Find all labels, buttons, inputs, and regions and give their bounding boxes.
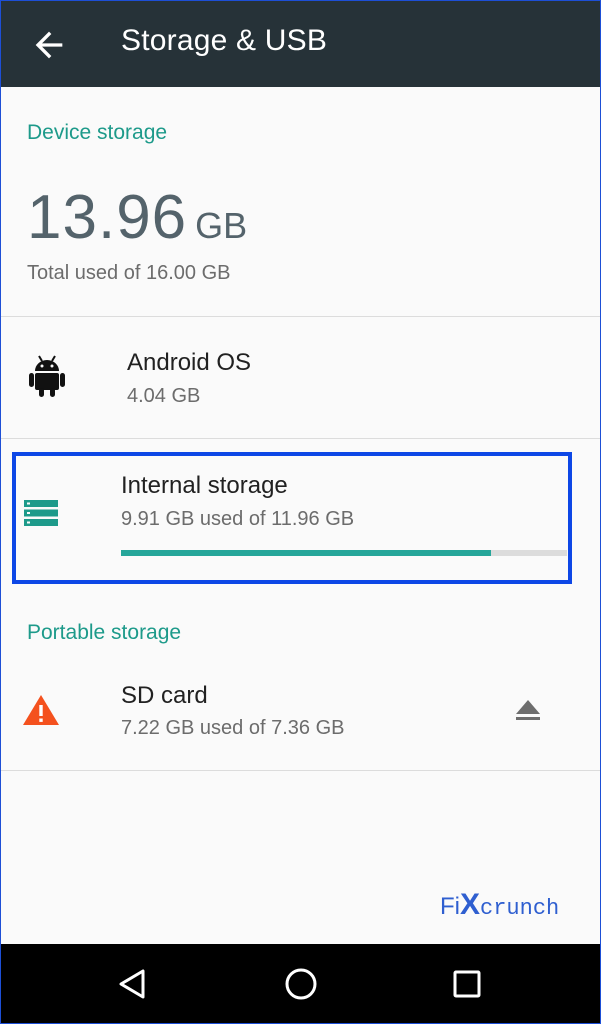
sd-card-usage: 7.22 GB used of 7.36 GB — [121, 717, 345, 739]
app-bar: Storage & USB — [1, 1, 600, 87]
back-nav-icon[interactable] — [115, 966, 151, 1002]
divider — [1, 770, 600, 771]
navigation-bar — [1, 944, 600, 1023]
total-used-amount: 13.96 — [27, 183, 188, 252]
page-title: Storage & USB — [121, 24, 328, 57]
android-os-title: Android OS — [127, 349, 252, 376]
back-arrow-icon[interactable] — [29, 25, 69, 65]
total-used-readout: 13.96 GB — [27, 182, 247, 253]
highlight-box — [12, 452, 572, 584]
eject-icon[interactable] — [514, 698, 542, 722]
portable-storage-label: Portable storage — [27, 621, 182, 644]
recents-nav-icon[interactable] — [449, 966, 485, 1002]
divider — [1, 316, 600, 317]
android-os-size: 4.04 GB — [127, 385, 201, 407]
watermark-part3: crunch — [480, 896, 560, 921]
divider — [1, 438, 600, 439]
watermark-part1: Fi — [440, 893, 460, 920]
fixcrunch-watermark: FiXcrunch — [440, 888, 559, 922]
home-nav-icon[interactable] — [283, 966, 319, 1002]
sd-card-title: SD card — [121, 682, 208, 709]
total-used-text: Total used of 16.00 GB — [27, 262, 231, 284]
total-used-unit: GB — [195, 205, 248, 246]
android-icon — [29, 355, 65, 397]
device-storage-label: Device storage — [27, 121, 168, 144]
watermark-part2: X — [460, 888, 481, 921]
warning-icon — [23, 695, 59, 725]
